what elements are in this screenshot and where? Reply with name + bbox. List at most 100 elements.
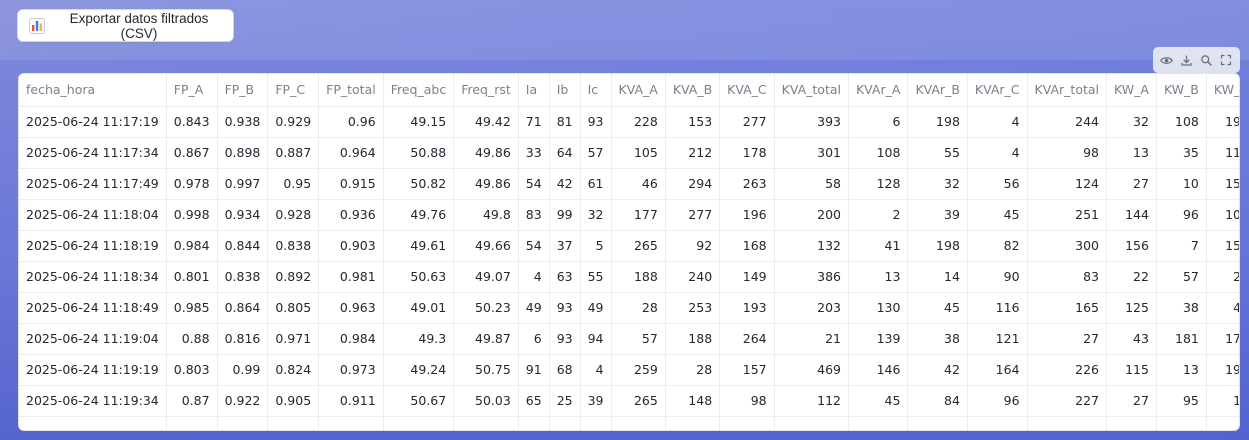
table-cell[interactable]: 0.824	[267, 354, 320, 386]
table-cell[interactable]: 2	[848, 199, 909, 231]
table-row[interactable]: 2025-06-24 11:17:19 0.843 0.938 0.929 0.96 49…	[19, 106, 1239, 138]
table-cell[interactable]: 149	[719, 261, 775, 293]
table-cell[interactable]: 265	[611, 385, 666, 417]
table-cell[interactable]: 240	[665, 261, 721, 293]
data-table-container[interactable]: fecha_hora FP_A FP_B FP_C FP_total Freq_abc Fr…	[18, 73, 1240, 431]
table-cell[interactable]: 178	[719, 137, 775, 169]
table-cell[interactable]: 49.76	[383, 199, 455, 231]
table-cell[interactable]: 92	[665, 230, 721, 262]
table-cell[interactable]: 198	[907, 230, 968, 262]
table-cell[interactable]: 200	[774, 199, 849, 231]
table-row[interactable]: 2025-06-24 11:18:34 0.801 0.838 0.892 0.981 5…	[19, 261, 1239, 293]
table-cell[interactable]: 39	[907, 199, 968, 231]
table-cell[interactable]: 37	[549, 230, 581, 262]
table-cell[interactable]: 198	[907, 106, 968, 138]
table-cell[interactable]: 0.898	[217, 137, 269, 169]
column-header[interactable]: KVA_C	[719, 74, 775, 107]
table-cell[interactable]: 0.911	[318, 385, 384, 417]
table-cell[interactable]: 42	[549, 168, 581, 200]
table-cell[interactable]: 65	[518, 385, 550, 417]
column-header[interactable]: KVA_total	[774, 74, 849, 107]
table-cell[interactable]: 112	[774, 385, 849, 417]
table-cell[interactable]: 49	[518, 292, 550, 324]
table-cell[interactable]: 56	[967, 168, 1028, 200]
table-cell[interactable]: 228	[611, 106, 666, 138]
table-cell[interactable]: 0.867	[166, 137, 218, 169]
table-cell[interactable]: 49.8	[453, 199, 519, 231]
table-cell[interactable]: 13	[1106, 137, 1157, 169]
table-cell[interactable]	[774, 416, 849, 430]
table-cell[interactable]: 38	[1156, 292, 1207, 324]
export-csv-button[interactable]: Exportar datos filtrados (CSV)	[17, 9, 234, 42]
table-row[interactable]: 2025-06-24 11:19:19 0.803 0.99 0.824 0.973 49…	[19, 354, 1239, 386]
table-cell[interactable]: 244	[1027, 106, 1108, 138]
table-cell[interactable]: 153	[665, 106, 721, 138]
table-cell[interactable]: 168	[719, 230, 775, 262]
column-header[interactable]: Ia	[518, 74, 550, 107]
table-cell[interactable]	[518, 416, 550, 430]
table-cell[interactable]: 27	[1106, 168, 1157, 200]
table-cell[interactable]: 2025-06-24 11:17:34	[19, 137, 167, 169]
table-cell[interactable]: 49.61	[383, 230, 455, 262]
table-cell[interactable]: 150	[1206, 230, 1239, 262]
table-cell[interactable]	[967, 416, 1028, 430]
table-cell[interactable]: 265	[611, 230, 666, 262]
table-cell[interactable]: 50.67	[383, 385, 455, 417]
table-row[interactable]: 2025-06-24 11:17:49 0.978 0.997 0.95 0.915 50…	[19, 168, 1239, 200]
table-cell[interactable]: 0.838	[217, 261, 269, 293]
table-cell[interactable]: 4	[967, 137, 1028, 169]
table-cell[interactable]: 13	[1156, 354, 1207, 386]
table-cell[interactable]: 98	[1027, 137, 1108, 169]
table-cell[interactable]: 2025-06-24 11:19:19	[19, 354, 167, 386]
table-cell[interactable]	[907, 416, 968, 430]
table-cell[interactable]: 90	[967, 261, 1028, 293]
table-cell[interactable]: 35	[1156, 137, 1207, 169]
table-cell[interactable]: 61	[580, 168, 612, 200]
column-header[interactable]: KVAr_C	[967, 74, 1028, 107]
table-cell[interactable]	[848, 416, 909, 430]
table-cell[interactable]: 157	[719, 354, 775, 386]
table-cell[interactable]	[1206, 416, 1239, 430]
table-cell[interactable]: 0.915	[318, 168, 384, 200]
table-cell[interactable]: 0.905	[267, 385, 320, 417]
table-cell[interactable]: 203	[774, 292, 849, 324]
column-header[interactable]: FP_A	[166, 74, 218, 107]
table-cell[interactable]: 49.66	[453, 230, 519, 262]
table-cell[interactable]: 93	[549, 292, 581, 324]
column-header[interactable]: KW_A	[1106, 74, 1157, 107]
table-cell[interactable]: 99	[549, 199, 581, 231]
table-cell[interactable]: 49.87	[453, 323, 519, 355]
table-cell[interactable]: 300	[1027, 230, 1108, 262]
table-cell[interactable]: 27	[1206, 261, 1239, 293]
table-cell[interactable]: 42	[907, 354, 968, 386]
table-cell[interactable]: 57	[611, 323, 666, 355]
table-row[interactable]: 2025-06-24 11:18:04 0.998 0.934 0.928 0.936 4…	[19, 199, 1239, 231]
column-header[interactable]: Ic	[580, 74, 612, 107]
table-cell[interactable]: 4	[967, 106, 1028, 138]
column-header[interactable]: Freq_rst	[453, 74, 519, 107]
table-cell[interactable]: 0.87	[166, 385, 218, 417]
table-cell[interactable]: 0.929	[267, 106, 320, 138]
table-cell[interactable]: 49.86	[453, 137, 519, 169]
column-header[interactable]: KVA_A	[611, 74, 666, 107]
table-cell[interactable]: 32	[907, 168, 968, 200]
table-cell[interactable]: 43	[1106, 323, 1157, 355]
table-cell[interactable]: 2025-06-24 11:18:49	[19, 292, 167, 324]
table-cell[interactable]: 125	[1106, 292, 1157, 324]
table-cell[interactable]: 14	[907, 261, 968, 293]
table-cell[interactable]	[1156, 416, 1207, 430]
fullscreen-icon[interactable]	[1219, 53, 1233, 67]
table-cell[interactable]: 0.971	[267, 323, 320, 355]
table-cell[interactable]: 0.936	[318, 199, 384, 231]
table-cell[interactable]: 94	[580, 323, 612, 355]
table-row[interactable]: 2025-06-24 11:19:34 0.87 0.922 0.905 0.911 50…	[19, 385, 1239, 417]
table-cell[interactable]	[217, 416, 269, 430]
eye-icon[interactable]	[1160, 53, 1174, 67]
table-cell[interactable]	[1027, 416, 1108, 430]
table-cell[interactable]: 144	[1106, 199, 1157, 231]
table-cell[interactable]	[549, 416, 581, 430]
table-cell[interactable]: 25	[549, 385, 581, 417]
table-cell[interactable]: 41	[848, 230, 909, 262]
table-cell[interactable]: 22	[1106, 261, 1157, 293]
column-header[interactable]: FP_C	[267, 74, 320, 107]
